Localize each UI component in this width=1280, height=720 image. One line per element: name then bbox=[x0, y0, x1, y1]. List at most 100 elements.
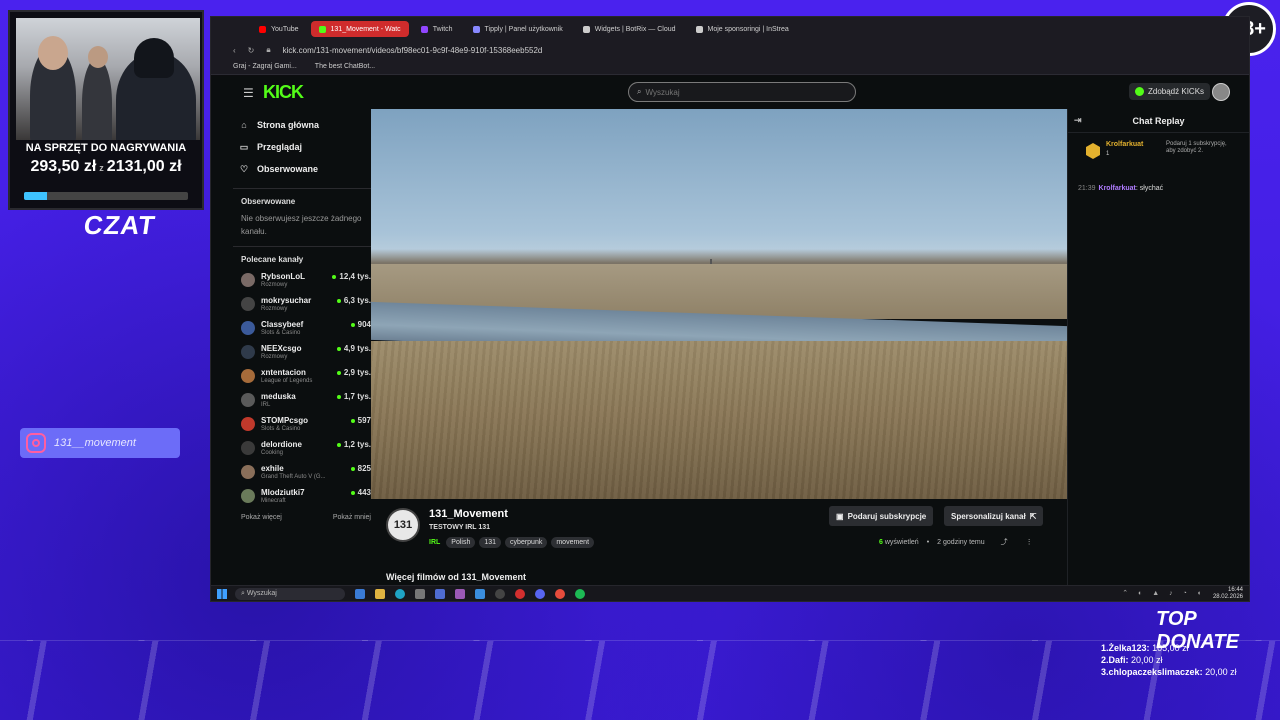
channel-avatar bbox=[241, 465, 255, 479]
browser-tab[interactable]: Twitch bbox=[413, 21, 461, 37]
channel-category: Rozmowy bbox=[261, 305, 288, 312]
gift-sub-button[interactable]: ▣ Podaruj subskrypcje bbox=[829, 506, 934, 526]
taskbar-search[interactable]: ⌕ Wyszukaj bbox=[235, 587, 345, 600]
channel-category: Rozmowy bbox=[261, 281, 288, 288]
bookmark-item[interactable]: Graj - Zagraj Gami... bbox=[233, 63, 297, 70]
channel-category: Grand Theft Auto V (G... bbox=[261, 473, 326, 480]
discord-icon[interactable] bbox=[535, 588, 545, 599]
desktop-capture: YouTube 131_Movement - Watc Twitch Tipply |… bbox=[210, 16, 1250, 602]
channel-avatar bbox=[241, 417, 255, 431]
stream-info: 131 131_Movement TESTOWY IRL 131 IRL Pol… bbox=[386, 506, 1066, 585]
video-player[interactable] bbox=[371, 109, 1067, 499]
get-kicks-button[interactable]: Zdobądź KICKs bbox=[1129, 83, 1211, 100]
search-box[interactable]: ⌕ bbox=[628, 82, 856, 102]
windows-start-icon[interactable] bbox=[217, 588, 227, 599]
app-icon[interactable] bbox=[355, 588, 365, 599]
chat-user[interactable]: Krolfarkuat bbox=[1099, 185, 1136, 192]
video-meta: 6 wyświetleń • 2 godziny temu ⤴ ⋮ bbox=[879, 537, 1033, 547]
folder-icon[interactable] bbox=[375, 588, 385, 599]
view-count: 6 bbox=[879, 538, 883, 546]
nav-following[interactable]: ♡ Obserwowane bbox=[233, 158, 371, 180]
opera-icon[interactable] bbox=[515, 588, 525, 599]
sponsor-button[interactable]: Spersonalizuj kanał ⇱ bbox=[944, 506, 1044, 526]
url-text[interactable]: kick.com/131-movement/videos/bf98ec01-9c… bbox=[283, 46, 543, 55]
streamer-avatar[interactable]: 131 bbox=[386, 508, 420, 542]
channel-item[interactable]: exhile Grand Theft Auto V (G... 825 bbox=[233, 460, 371, 484]
donation-goal-title: NA SPRZĘT DO NAGRYWANIA bbox=[25, 142, 187, 154]
store-icon[interactable] bbox=[415, 588, 425, 599]
top-donate-entry: 2.Dafi: 20,00 zł bbox=[1101, 655, 1163, 665]
channel-viewers: 4,9 tys. bbox=[336, 344, 371, 353]
following-empty-text: Nie obserwujesz jeszcze żadnego kanału. bbox=[241, 214, 362, 236]
channel-item[interactable]: NEEXcsgo Rozmowy 4,9 tys. bbox=[233, 340, 371, 364]
channel-item[interactable]: Classybeef Slots & Casino 904 bbox=[233, 316, 371, 340]
address-bar[interactable]: ‹ ↻ 🔒︎ kick.com/131-movement/videos/bf98… bbox=[211, 41, 1249, 59]
search-input[interactable] bbox=[645, 87, 836, 97]
bookmark-item[interactable]: The best ChatBot... bbox=[315, 63, 375, 70]
channel-name: STOMPcsgo bbox=[261, 415, 308, 425]
get-kicks-label: Zdobądź KICKs bbox=[1148, 87, 1205, 96]
channel-name: Classybeef bbox=[261, 319, 304, 329]
channel-item[interactable]: delordione Cooking 1,2 tys. bbox=[233, 436, 371, 460]
tab-favicon-icon bbox=[695, 25, 703, 33]
taskbar-clock[interactable]: 16:44 28.02.2026 bbox=[1213, 587, 1243, 601]
live-dot-icon bbox=[336, 370, 341, 375]
app-icon[interactable] bbox=[475, 588, 485, 599]
app-icon[interactable] bbox=[555, 588, 565, 599]
tag-chip[interactable]: 131 bbox=[479, 537, 502, 548]
pinned-user[interactable]: Krolfarkuat bbox=[1106, 141, 1143, 148]
stream-category[interactable]: IRL bbox=[429, 539, 440, 546]
browser-tab[interactable]: Widgets | BotRix — Cloud bbox=[575, 21, 684, 37]
menu-icon[interactable]: ☰ bbox=[243, 86, 254, 100]
reload-icon[interactable]: ↻ bbox=[248, 46, 255, 55]
live-dot-icon bbox=[350, 466, 355, 471]
channel-viewers: 597 bbox=[350, 416, 371, 425]
donation-target: 2131,00 zł bbox=[106, 158, 182, 175]
tag-chip[interactable]: cyberpunk bbox=[505, 537, 548, 548]
live-dot-icon bbox=[336, 298, 341, 303]
show-more-link[interactable]: Pokaż więcej bbox=[241, 514, 282, 521]
live-dot-icon bbox=[336, 346, 341, 351]
channel-avatar bbox=[241, 321, 255, 335]
channel-item[interactable]: xntentacion League of Legends 2,9 tys. bbox=[233, 364, 371, 388]
stream-title: TESTOWY IRL 131 bbox=[429, 524, 491, 531]
live-dot-icon bbox=[336, 442, 341, 447]
kicks-icon bbox=[1135, 87, 1144, 96]
channel-avatar bbox=[241, 369, 255, 383]
browser-tab[interactable]: Tipply | Panel użytkownik bbox=[465, 21, 571, 37]
channel-item[interactable]: STOMPcsgo Slots & Casino 597 bbox=[233, 412, 371, 436]
nav-browse[interactable]: ▭ Przeglądaj bbox=[233, 136, 371, 158]
show-less-link[interactable]: Pokaż mniej bbox=[333, 514, 371, 521]
user-avatar[interactable] bbox=[1212, 83, 1230, 101]
obs-icon[interactable] bbox=[495, 588, 505, 599]
more-options-icon[interactable]: ⋮ bbox=[1026, 538, 1033, 546]
app-icon[interactable] bbox=[435, 588, 445, 599]
nav-home[interactable]: ⌂ Strona główna bbox=[233, 114, 371, 136]
tab-label: Twitch bbox=[432, 25, 453, 33]
kick-logo[interactable]: KICK bbox=[263, 82, 304, 103]
donation-goal-amounts: 293,50 zł z 2131,00 zł bbox=[10, 158, 202, 176]
system-tray[interactable]: ⌃ ◐ ▲ ♪ ◔ ◖ bbox=[1122, 589, 1205, 597]
collapse-chat-icon[interactable]: ⇥ bbox=[1074, 115, 1082, 126]
channel-item[interactable]: meduska IRL 1,7 tys. bbox=[233, 388, 371, 412]
edge-icon[interactable] bbox=[395, 588, 405, 599]
channel-name: exhile bbox=[261, 463, 284, 473]
browser-tab[interactable]: YouTube bbox=[251, 21, 307, 37]
tag-chip[interactable]: Polish bbox=[446, 537, 476, 548]
tag-chip[interactable]: movement bbox=[551, 537, 595, 548]
app-icon[interactable] bbox=[455, 588, 465, 599]
spotify-icon[interactable] bbox=[575, 588, 585, 599]
search-icon: ⌕ bbox=[637, 87, 642, 96]
channel-category: IRL bbox=[261, 401, 271, 408]
back-icon[interactable]: ‹ bbox=[233, 46, 236, 55]
donation-current: 293,50 zł bbox=[30, 158, 97, 175]
share-icon[interactable]: ⤴ bbox=[1001, 537, 1008, 547]
browser-tab[interactable]: 131_Movement - Watc bbox=[310, 21, 409, 37]
channel-item[interactable]: RybsonLoL Rozmowy 12,4 tys. bbox=[233, 268, 371, 292]
channel-item[interactable]: mokrysuchar Rozmowy 6,3 tys. bbox=[233, 292, 371, 316]
channel-item[interactable]: Mlodziutki7 Minecraft 443 bbox=[233, 484, 371, 508]
streamer-name[interactable]: 131_Movement bbox=[429, 508, 508, 520]
browser-tab[interactable]: Moje sponsoringi | InStrea bbox=[688, 21, 797, 37]
recommended-channel-list: RybsonLoL Rozmowy 12,4 tys. mokrysuchar Rozm… bbox=[233, 268, 371, 508]
heart-icon: ♡ bbox=[239, 163, 249, 174]
